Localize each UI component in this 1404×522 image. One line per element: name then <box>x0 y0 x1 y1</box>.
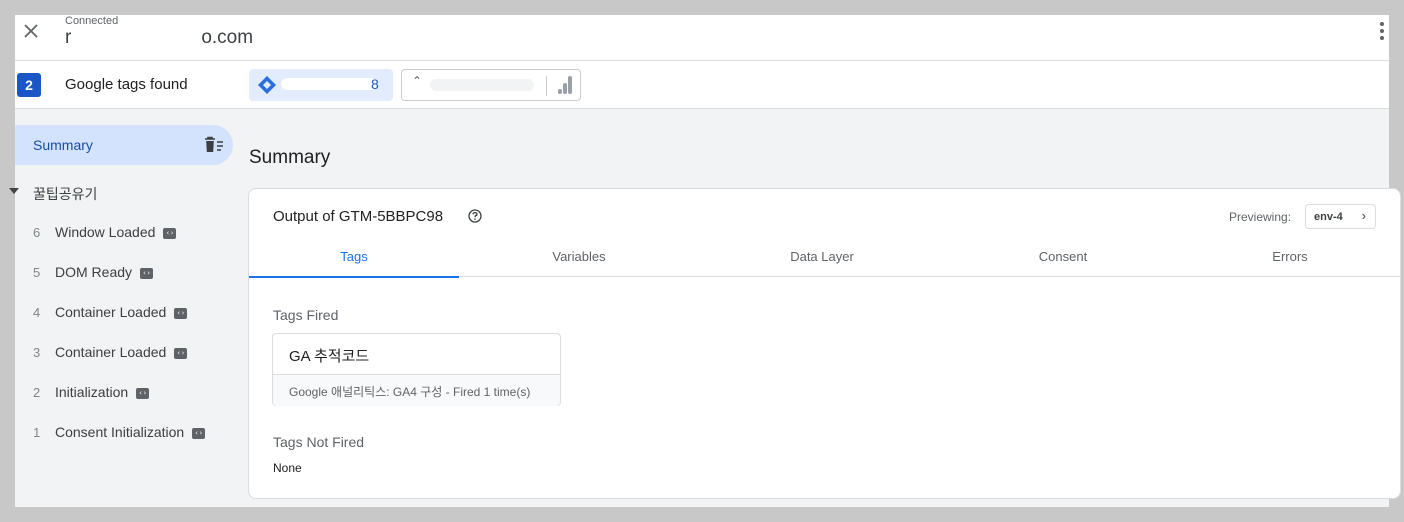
clear-list-icon[interactable] <box>203 135 225 155</box>
event-label: Initialization <box>55 384 129 400</box>
event-label: Window Loaded <box>55 224 156 240</box>
output-card: Output of GTM-5BBPC98 Previewing: env-4 … <box>248 188 1401 499</box>
connection-status: Connected <box>65 15 119 27</box>
more-options-icon[interactable] <box>1375 19 1389 43</box>
sidebar-item-summary[interactable]: Summary <box>15 125 233 165</box>
environment-label: env-4 <box>1314 211 1343 223</box>
analytics-bars-icon <box>558 76 572 94</box>
tag-chip-ga4[interactable]: ⌃ <box>401 69 581 101</box>
tab-errors[interactable]: Errors <box>1185 237 1395 277</box>
event-sidebar: Summary 꿀팁공유기 6 Window Loaded ‹› 5 DOM Re… <box>9 109 247 507</box>
tab-tags[interactable]: Tags <box>249 237 459 278</box>
close-button[interactable] <box>19 19 43 43</box>
domain-suffix: o.com <box>201 27 254 48</box>
chip-divider <box>546 76 547 96</box>
output-tabs: Tags Variables Data Layer Consent Errors <box>249 237 1400 278</box>
tags-not-fired-heading: Tags Not Fired <box>273 434 365 450</box>
fired-tag-footer: Google 애널리틱스: GA4 구성 - Fired 1 time(s) <box>273 374 560 406</box>
tag-id-suffix: 8 <box>371 76 379 92</box>
redacted-tag-id <box>430 79 534 91</box>
redacted-domain <box>71 32 202 43</box>
caret-up-icon: ⌃ <box>412 74 423 88</box>
tab-variables[interactable]: Variables <box>474 237 684 277</box>
event-number: 1 <box>33 425 41 440</box>
output-title: Output of GTM-5BBPC98 <box>273 208 444 225</box>
code-icon: ‹› <box>174 307 188 319</box>
code-icon: ‹› <box>192 427 206 439</box>
event-number: 4 <box>33 305 41 320</box>
sidebar-event-item[interactable]: 1 Consent Initialization ‹› <box>15 415 247 451</box>
environment-button[interactable]: env-4 › <box>1305 204 1376 229</box>
close-icon <box>24 24 38 38</box>
gtm-diamond-icon <box>258 76 276 94</box>
event-label: DOM Ready <box>55 264 133 280</box>
code-icon: ‹› <box>136 387 150 399</box>
tab-consent[interactable]: Consent <box>958 237 1168 277</box>
chevron-right-icon: › <box>1361 208 1366 223</box>
expand-triangle-icon <box>9 188 19 194</box>
tags-fired-heading: Tags Fired <box>273 307 339 323</box>
fired-tag-detail: Google 애널리틱스: GA4 구성 - Fired 1 time(s) <box>289 385 531 399</box>
header: Connected r o.com <box>15 15 1389 61</box>
sidebar-group-label: 꿀팁공유기 <box>33 186 98 202</box>
sidebar-group-page[interactable]: 꿀팁공유기 <box>9 175 233 211</box>
tags-not-fired-value: None <box>273 461 302 475</box>
sidebar-event-item[interactable]: 4 Container Loaded ‹› <box>15 295 247 331</box>
event-number: 6 <box>33 225 41 240</box>
sidebar-item-label: Summary <box>33 137 93 153</box>
fired-tag-name: GA 추적코드 <box>289 348 370 365</box>
sidebar-event-item[interactable]: 5 DOM Ready ‹› <box>15 255 247 291</box>
tags-found-bar: 2 Google tags found 8 ⌃ <box>15 61 1389 109</box>
fired-tag-card[interactable]: GA 추적코드 Google 애널리틱스: GA4 구성 - Fired 1 t… <box>272 333 561 406</box>
event-number: 3 <box>33 345 41 360</box>
code-icon: ‹› <box>163 227 177 239</box>
event-label: Container Loaded <box>55 304 167 320</box>
help-icon[interactable] <box>468 209 482 223</box>
sidebar-event-item[interactable]: 2 Initialization ‹› <box>15 375 247 411</box>
connected-domain: r o.com <box>65 27 253 49</box>
event-label: Container Loaded <box>55 344 167 360</box>
sidebar-event-item[interactable]: 6 Window Loaded ‹› <box>15 215 247 251</box>
tag-count-badge: 2 <box>17 73 41 97</box>
redacted-tag-id <box>281 78 377 90</box>
tab-data-layer[interactable]: Data Layer <box>717 237 927 277</box>
tag-assistant-window: Connected r o.com 2 Google tags found 8 ⌃… <box>9 15 1401 507</box>
event-number: 2 <box>33 385 41 400</box>
code-icon: ‹› <box>140 267 154 279</box>
code-icon: ‹› <box>174 347 188 359</box>
event-number: 5 <box>33 265 41 280</box>
sidebar-event-item[interactable]: 3 Container Loaded ‹› <box>15 335 247 371</box>
previewing-label: Previewing: <box>1229 210 1292 224</box>
tags-found-label: Google tags found <box>65 76 188 93</box>
page-title: Summary <box>249 147 331 168</box>
tag-chip-gtm[interactable]: 8 <box>249 69 393 101</box>
event-label: Consent Initialization <box>55 424 185 440</box>
